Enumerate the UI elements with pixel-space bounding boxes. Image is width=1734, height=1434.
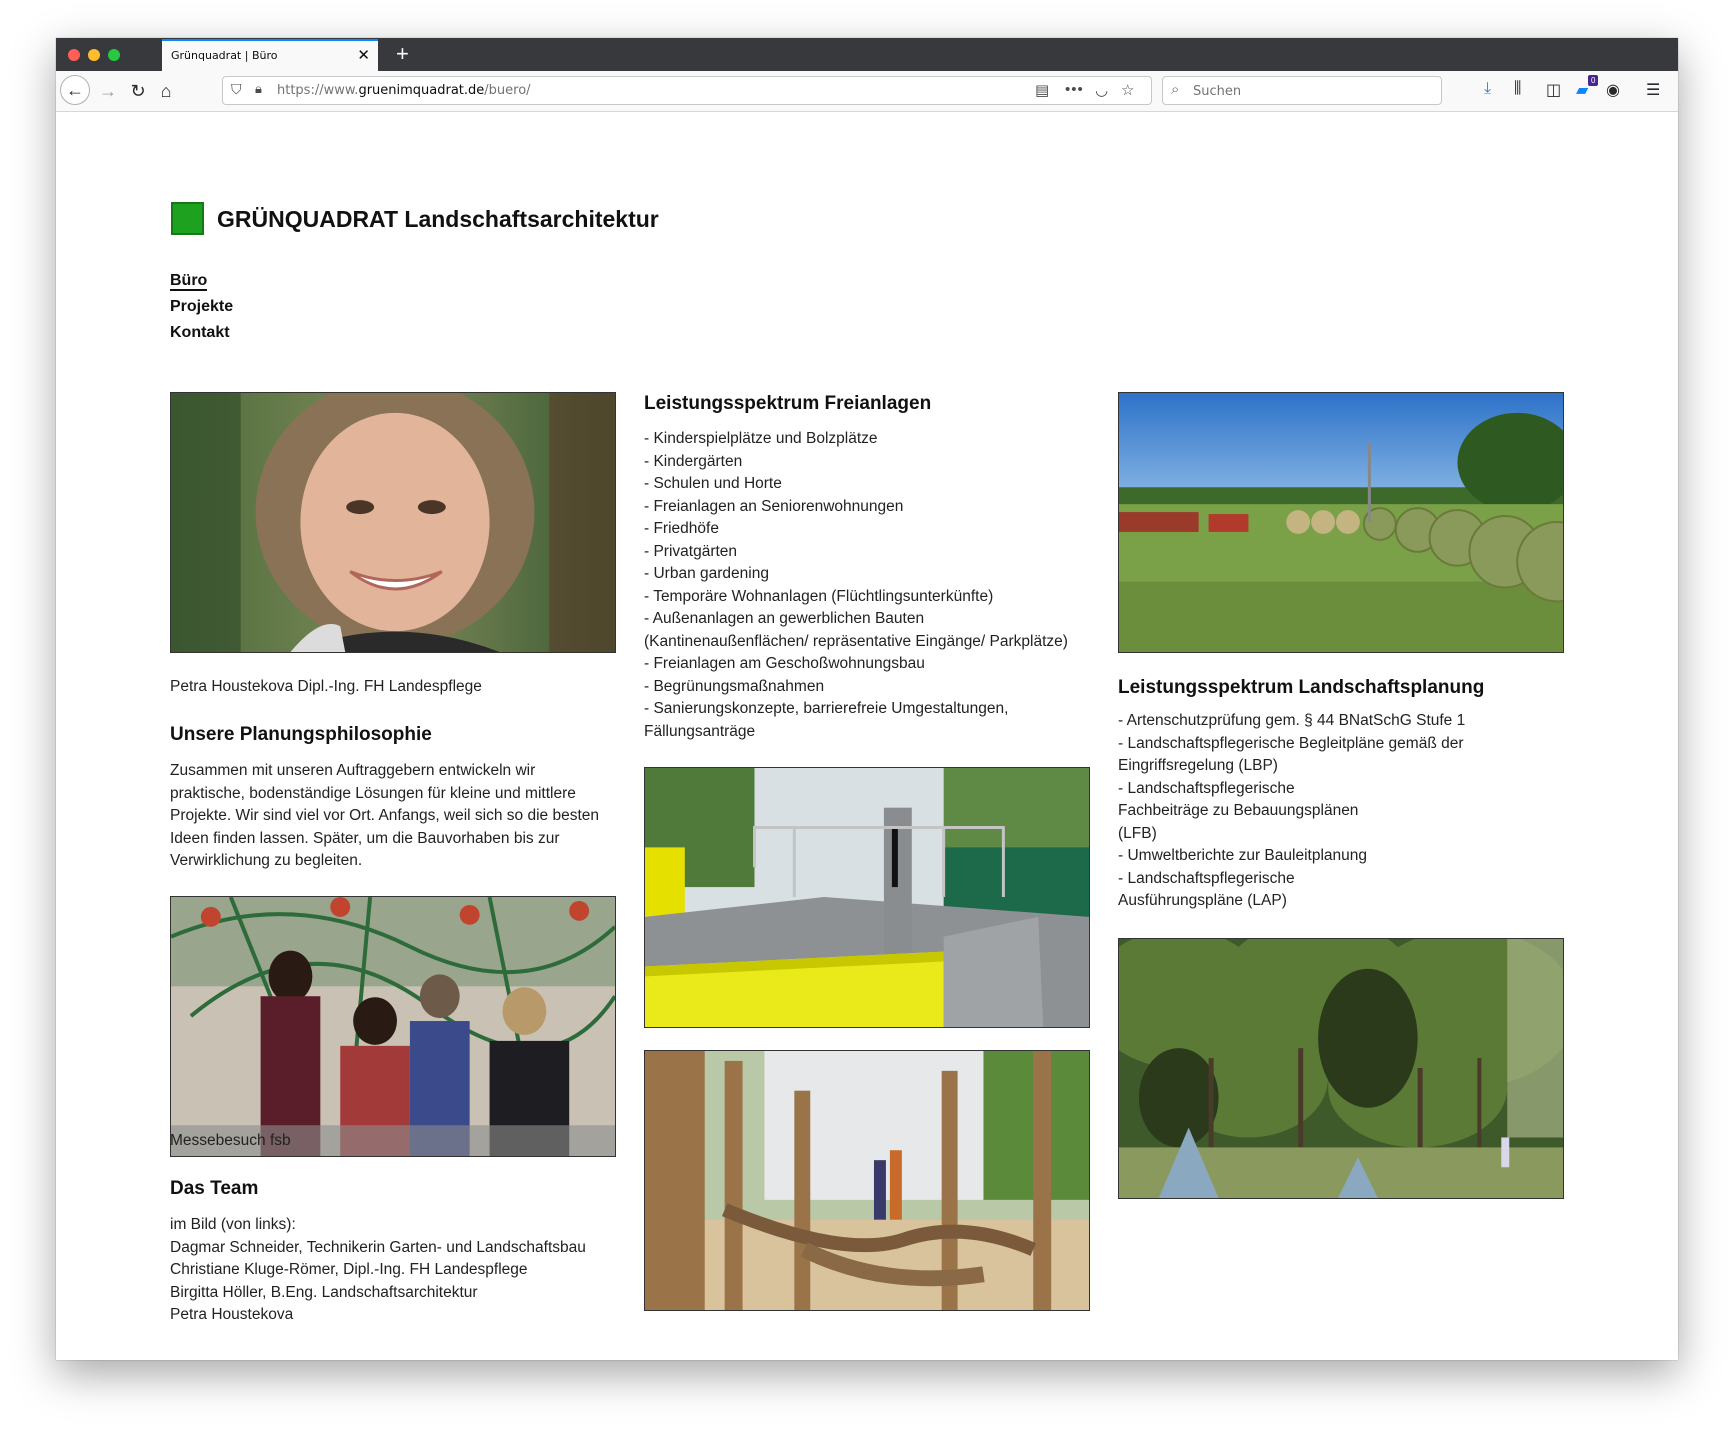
landschaftsplanung-item: Fachbeiträge zu Bebauungsplänen <box>1118 802 1359 819</box>
freianlagen-item: - Freianlagen an Seniorenwohnungen <box>644 497 904 515</box>
home-button[interactable]: ⌂ <box>152 77 180 105</box>
freianlagen-item: - Kindergärten <box>644 452 743 470</box>
team-line: Birgitta Höller, B.Eng. Landschaftsarchi… <box>170 1283 478 1301</box>
reload-icon: ↻ <box>130 80 146 101</box>
climbing-structure-photo <box>644 1050 1090 1311</box>
team-heading: Das Team <box>170 1178 259 1199</box>
close-icon[interactable]: ✕ <box>357 46 370 64</box>
nav-link-buero[interactable]: Büro <box>170 268 233 294</box>
philosophy-line: Ideen finden lassen. Später, um die Bauv… <box>170 829 560 847</box>
forward-button[interactable]: → <box>94 77 122 105</box>
team-line: im Bild (von links): <box>170 1216 296 1233</box>
philosophy-heading: Unsere Planungsphilosophie <box>170 724 432 745</box>
landschaftsplanung-item: - Landschaftspflegerische <box>1118 779 1295 797</box>
freianlagen-item: - Außenanlagen an gewerblichen Bauten <box>644 610 925 627</box>
philosophy-line: Verwirklichung zu begleiten. <box>170 852 363 869</box>
freianlagen-item: - Friedhöfe <box>644 520 719 537</box>
freianlagen-item: - Freianlagen am Geschoßwohnungsbau <box>644 655 925 672</box>
extension-icon[interactable]: ▰ <box>1576 80 1588 100</box>
logo-square[interactable] <box>171 202 204 235</box>
nav-label: Büro <box>170 272 208 291</box>
library-icon[interactable]: ⫼ <box>1514 80 1521 98</box>
freianlagen-item: (Kantinenaußenflächen/ repräsentative Ei… <box>644 632 1068 650</box>
close-window-button[interactable] <box>68 49 80 61</box>
browser-window: Grünquadrat | Büro ✕ + ← → ↻ ⌂ ⛉ 🔒︎ http… <box>56 38 1678 1360</box>
landschaftsplanung-item: - Umweltberichte zur Bauleitplanung <box>1118 847 1367 864</box>
playground-photo <box>644 767 1090 1028</box>
nav-bar: ← → ↻ ⌂ ⛉ 🔒︎ https://www.gruenimquadrat.… <box>56 71 1678 112</box>
team-photo <box>170 896 616 1157</box>
nav-link-kontakt[interactable]: Kontakt <box>170 320 233 346</box>
philosophy-text: Zusammen mit unseren Auftraggebern entwi… <box>170 760 599 873</box>
url-prefix: https://www. <box>277 83 359 98</box>
team-line: Dagmar Schneider, Technikerin Garten- un… <box>170 1238 586 1256</box>
nav-label: Projekte <box>170 298 234 315</box>
landschaftsplanung-item: - Landschaftspflegerische <box>1118 869 1295 887</box>
forest-photo <box>1118 938 1564 1199</box>
team-photo-caption: Messebesuch fsb <box>170 1132 291 1149</box>
plus-icon[interactable]: + <box>396 41 409 67</box>
hay-bales-photo <box>1118 392 1564 653</box>
url-bar[interactable]: ⛉ 🔒︎ https://www.gruenimquadrat.de/buero… <box>222 76 1152 105</box>
shield-icon[interactable]: ⛉ <box>231 81 242 98</box>
nav-label: Kontakt <box>170 324 230 341</box>
philosophy-line: praktische, bodenständige Lösungen für k… <box>170 784 576 802</box>
url-path: /buero/ <box>484 83 531 98</box>
search-icon: ⌕ <box>1171 81 1180 98</box>
menu-icon[interactable]: ☰ <box>1646 80 1660 100</box>
philosophy-line: Projekte. Wir sind viel vor Ort. Anfangs… <box>170 807 600 824</box>
site-title[interactable]: GRÜNQUADRAT Landschaftsarchitektur <box>217 206 659 233</box>
account-icon[interactable]: ◉ <box>1606 80 1620 100</box>
browser-tab[interactable]: Grünquadrat | Büro ✕ <box>162 39 378 71</box>
nav-link-projekte[interactable]: Projekte <box>170 294 233 320</box>
philosophy-line: Zusammen mit unseren Auftraggebern entwi… <box>170 762 536 779</box>
back-button[interactable]: ← <box>60 75 90 105</box>
landschaftsplanung-item: Ausführungspläne (LAP) <box>1118 892 1287 909</box>
page-content: GRÜNQUADRAT Landschaftsarchitektur Büro … <box>56 112 1678 1360</box>
freianlagen-item: - Kinderspielplätze und Bolzplätze <box>644 430 878 447</box>
lock-icon[interactable]: 🔒︎ <box>255 81 262 97</box>
sidebar-icon[interactable]: ◫ <box>1546 80 1561 100</box>
team-line: Christiane Kluge-Römer, Dipl.-Ing. FH La… <box>170 1261 528 1278</box>
reader-view-icon[interactable]: ▤ <box>1035 81 1049 99</box>
landschaftsplanung-heading: Leistungsspektrum Landschaftsplanung <box>1118 677 1485 698</box>
reload-button[interactable]: ↻ <box>124 77 152 105</box>
more-actions-icon[interactable]: ••• <box>1065 81 1084 98</box>
freianlagen-item: - Temporäre Wohnanlagen (Flüchtlingsunte… <box>644 587 994 605</box>
bookmark-star-icon[interactable]: ☆ <box>1121 81 1134 99</box>
search-input[interactable] <box>1191 80 1435 102</box>
landschaftsplanung-item: - Landschaftspflegerische Begleitpläne g… <box>1118 734 1464 752</box>
freianlagen-item: - Urban gardening <box>644 565 769 582</box>
url-host: gruenimquadrat.de <box>358 83 485 98</box>
freianlagen-heading: Leistungsspektrum Freianlagen <box>644 393 932 414</box>
download-icon[interactable]: ⤓ <box>1484 80 1491 98</box>
portrait-photo <box>170 392 616 653</box>
site-nav: Büro Projekte Kontakt <box>170 268 233 346</box>
tab-title: Grünquadrat | Büro <box>171 49 278 62</box>
freianlagen-item: - Sanierungskonzepte, barrierefreie Umge… <box>644 700 1009 717</box>
freianlagen-list: - Kinderspielplätze und Bolzplätze - Kin… <box>644 428 1068 743</box>
arrow-right-icon: → <box>99 80 117 101</box>
landschaftsplanung-item: (LFB) <box>1118 824 1157 842</box>
landschaftsplanung-item: Eingriffsregelung (LBP) <box>1118 757 1278 774</box>
freianlagen-item: - Privatgärten <box>644 542 738 560</box>
zoom-window-button[interactable] <box>108 49 120 61</box>
tab-bar: Grünquadrat | Büro ✕ + <box>56 38 1678 71</box>
pocket-icon[interactable]: ◡ <box>1095 81 1108 99</box>
minimize-window-button[interactable] <box>88 49 100 61</box>
freianlagen-item: Fällungsanträge <box>644 722 756 740</box>
team-line: Petra Houstekova <box>170 1306 294 1323</box>
freianlagen-item: - Begrünungsmaßnahmen <box>644 677 825 695</box>
team-text: im Bild (von links): Dagmar Schneider, T… <box>170 1214 586 1327</box>
search-bar[interactable]: ⌕ <box>1162 76 1442 105</box>
freianlagen-item: - Schulen und Horte <box>644 475 782 492</box>
landschaftsplanung-item: - Artenschutzprüfung gem. § 44 BNatSchG … <box>1118 712 1466 729</box>
home-icon: ⌂ <box>160 80 172 101</box>
notification-badge: 0 <box>1588 75 1599 86</box>
landschaftsplanung-list: - Artenschutzprüfung gem. § 44 BNatSchG … <box>1118 710 1465 913</box>
url-text[interactable]: https://www.gruenimquadrat.de/buero/ <box>277 83 531 98</box>
portrait-caption: Petra Houstekova Dipl.-Ing. FH Landespfl… <box>170 678 482 695</box>
arrow-left-icon: ← <box>66 79 84 100</box>
